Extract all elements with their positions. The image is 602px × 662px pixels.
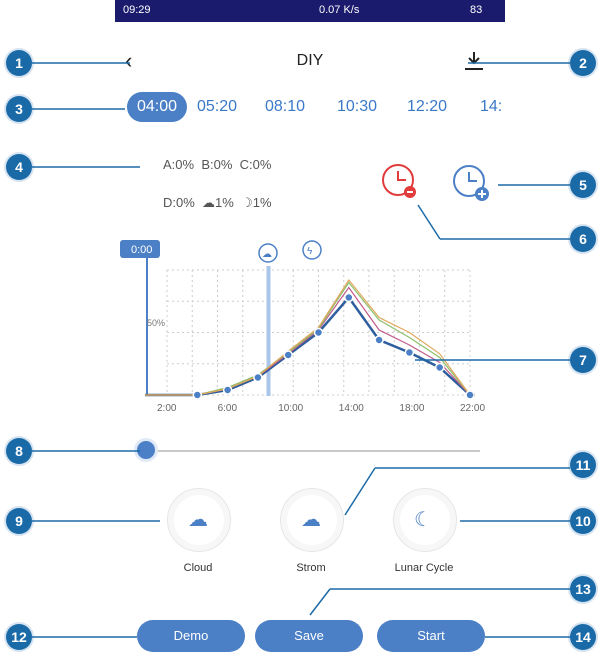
chart-point[interactable] bbox=[344, 292, 354, 303]
chart-point[interactable] bbox=[434, 362, 445, 373]
x-tick-label: 14:00 bbox=[339, 403, 364, 414]
lunar-label: Lunar Cycle bbox=[394, 562, 454, 574]
cloud-button[interactable]: ☁ bbox=[167, 488, 231, 552]
chart-point[interactable] bbox=[404, 347, 415, 358]
cloud-small-icon: ☁ bbox=[202, 195, 216, 210]
callout-13: 13 bbox=[570, 576, 596, 602]
callout-5: 5 bbox=[570, 172, 596, 198]
cloud-icon: ☁ bbox=[188, 509, 208, 531]
tab-1030[interactable]: 10:30 bbox=[337, 98, 377, 116]
callout-12: 12 bbox=[6, 624, 32, 650]
chart-point[interactable] bbox=[465, 390, 475, 400]
download-icon[interactable] bbox=[465, 50, 483, 70]
series-line-1 bbox=[145, 286, 475, 396]
tab-1220[interactable]: 12:20 bbox=[407, 98, 447, 116]
chart-point[interactable] bbox=[192, 390, 203, 400]
storm-icon: ☁ bbox=[301, 509, 321, 531]
storm-button[interactable]: ☁ bbox=[280, 488, 344, 552]
page-title: DIY bbox=[296, 52, 324, 69]
chart-point[interactable] bbox=[253, 372, 263, 383]
lunar-cycle-button[interactable]: ☾ bbox=[393, 488, 457, 552]
svg-text:☁: ☁ bbox=[262, 249, 272, 260]
series-layer bbox=[145, 278, 475, 397]
x-axis-ticks: 2:00 6:00 10:00 14:00 18:00 22:00 bbox=[157, 403, 485, 414]
callout-4: 4 bbox=[6, 154, 32, 180]
callout-9: 9 bbox=[6, 508, 32, 534]
x-tick-label: 2:00 bbox=[157, 403, 177, 414]
callout-2: 2 bbox=[570, 50, 596, 76]
svg-text:ϟ: ϟ bbox=[307, 246, 313, 257]
series-line-0 bbox=[145, 295, 475, 397]
x-tick-label: 22:00 bbox=[460, 403, 485, 414]
callout-3: 3 bbox=[6, 96, 32, 122]
start-button[interactable]: Start bbox=[377, 620, 485, 652]
callout-14: 14 bbox=[570, 624, 596, 650]
x-tick-label: 10:00 bbox=[278, 403, 303, 414]
callout-10: 10 bbox=[570, 508, 596, 534]
callout-7: 7 bbox=[570, 347, 596, 373]
channel-row-1: A:0% B:0% C:0% bbox=[163, 157, 272, 172]
tab-0400[interactable]: 04:00 bbox=[127, 92, 188, 122]
timeline-slider-handle[interactable] bbox=[137, 441, 155, 459]
lunar-icon: ☾ bbox=[414, 509, 432, 531]
chart-point[interactable] bbox=[313, 327, 324, 338]
chart-point[interactable] bbox=[283, 350, 293, 360]
add-time-button[interactable] bbox=[450, 162, 492, 204]
demo-button[interactable]: Demo bbox=[137, 620, 245, 652]
x-tick-label: 18:00 bbox=[399, 403, 424, 414]
weather-cursor bbox=[266, 266, 271, 396]
status-battery: 83 bbox=[470, 4, 483, 16]
status-bar: 09:29 0.07 K/s 83 bbox=[115, 0, 505, 22]
moon-small-icon: ☽ bbox=[241, 195, 253, 210]
app-screen: 09:29 0.07 K/s 83 ‹ DIY 04:00 05:20 08:1… bbox=[115, 0, 505, 662]
tab-14[interactable]: 14: bbox=[480, 98, 502, 116]
timeline-slider-track[interactable] bbox=[145, 450, 480, 452]
remove-time-button[interactable] bbox=[380, 162, 420, 202]
callout-11: 11 bbox=[570, 452, 596, 478]
status-time: 09:29 bbox=[123, 4, 151, 16]
light-curve-chart: 0:00 50% 2:00 6:00 10:00 14:00 18:00 22:00 ☁ … bbox=[120, 240, 485, 414]
callout-1: 1 bbox=[6, 50, 32, 76]
x-tick-label: 6:00 bbox=[218, 403, 238, 414]
storm-label: Strom bbox=[296, 562, 326, 574]
status-speed: 0.07 K/s bbox=[319, 4, 360, 16]
y-mark-label: 50% bbox=[147, 318, 165, 328]
chart-point[interactable] bbox=[222, 385, 233, 395]
save-button[interactable]: Save bbox=[255, 620, 363, 652]
callout-6: 6 bbox=[570, 226, 596, 252]
tab-0810[interactable]: 08:10 bbox=[265, 98, 305, 116]
tab-0520[interactable]: 05:20 bbox=[197, 98, 237, 116]
cloud-label: Cloud bbox=[183, 562, 213, 574]
time-label: 0:00 bbox=[131, 244, 152, 256]
callout-8: 8 bbox=[6, 438, 32, 464]
chart-point[interactable] bbox=[374, 335, 384, 345]
channel-row-2: D:0% ☁1% ☽1% bbox=[163, 195, 272, 210]
